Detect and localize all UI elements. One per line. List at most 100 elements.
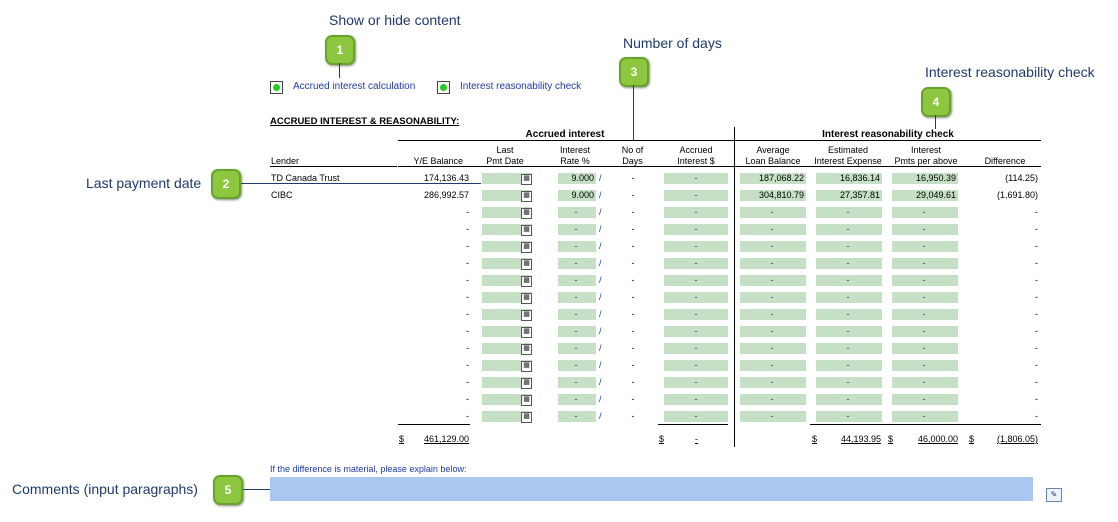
accrued-interest: - xyxy=(664,343,728,354)
interest-rate-input[interactable]: - xyxy=(558,326,596,337)
no-of-days: - xyxy=(631,360,635,370)
rate-slash: / xyxy=(599,258,602,268)
interest-rate-input[interactable]: - xyxy=(558,377,596,388)
calendar-icon[interactable]: ▦ xyxy=(521,361,532,372)
estimated-interest-expense: - xyxy=(816,275,882,286)
no-of-days: - xyxy=(631,411,635,421)
average-loan-balance: - xyxy=(740,275,806,286)
calendar-icon[interactable]: ▦ xyxy=(521,395,532,406)
header-pmts-2: Pmts per above xyxy=(894,156,958,166)
rate-slash: / xyxy=(599,394,602,404)
interest-pmts-input[interactable]: - xyxy=(892,411,958,422)
interest-pmts-input[interactable]: - xyxy=(892,224,958,235)
calendar-icon[interactable]: ▦ xyxy=(521,191,532,202)
interest-rate-input[interactable]: - xyxy=(558,207,596,218)
interest-rate-input[interactable]: 9.000 xyxy=(558,173,596,184)
calendar-icon[interactable]: ▦ xyxy=(521,276,532,287)
rate-slash: / xyxy=(599,411,602,421)
lender-name: TD Canada Trust xyxy=(271,173,340,183)
callout-5-badge: 5 xyxy=(213,475,243,505)
total-est-dollar: $ xyxy=(812,434,818,444)
calendar-icon[interactable]: ▦ xyxy=(521,327,532,338)
calendar-icon[interactable]: ▦ xyxy=(521,208,532,219)
estimated-interest-expense: - xyxy=(816,377,882,388)
accrued-toggle-label[interactable]: Accrued interest calculation xyxy=(293,81,415,92)
total-ye-balance: 461,129.00 xyxy=(423,434,469,444)
interest-pmts-input[interactable]: 29,049.61 xyxy=(892,190,958,201)
interest-pmts-input[interactable]: - xyxy=(892,258,958,269)
interest-pmts-input[interactable]: - xyxy=(892,309,958,320)
interest-pmts-input[interactable]: - xyxy=(892,275,958,286)
total-pmts-dollar: $ xyxy=(888,434,894,444)
no-of-days: - xyxy=(631,224,635,234)
difference: - xyxy=(1035,258,1038,268)
calendar-icon[interactable]: ▦ xyxy=(521,378,532,389)
interest-rate-input[interactable]: - xyxy=(558,241,596,252)
interest-pmts-input[interactable]: - xyxy=(892,241,958,252)
interest-pmts-input[interactable]: - xyxy=(892,394,958,405)
reasonability-toggle-label[interactable]: Interest reasonability check xyxy=(460,81,581,92)
header-pmts-1: Interest xyxy=(910,145,941,155)
total-accrued-dollar: $ xyxy=(659,434,665,444)
interest-pmts-input[interactable]: - xyxy=(892,326,958,337)
header-rule xyxy=(398,140,1041,141)
interest-rate-input[interactable]: 9.000 xyxy=(558,190,596,201)
calendar-icon[interactable]: ▦ xyxy=(521,344,532,355)
rate-slash: / xyxy=(599,224,602,234)
difference: - xyxy=(1035,207,1038,217)
no-of-days: - xyxy=(631,258,635,268)
calendar-icon[interactable]: ▦ xyxy=(521,242,532,253)
calendar-icon[interactable]: ▦ xyxy=(521,310,532,321)
accrued-interest: - xyxy=(664,394,728,405)
interest-pmts-input[interactable]: - xyxy=(892,207,958,218)
interest-pmts-input[interactable]: - xyxy=(892,377,958,388)
section-title: ACCRUED INTEREST & REASONABILITY: xyxy=(270,116,460,127)
calendar-icon[interactable]: ▦ xyxy=(521,225,532,236)
ye-balance: - xyxy=(466,326,469,336)
accrued-group-header: Accrued interest xyxy=(525,129,605,140)
ye-total-rule xyxy=(398,424,470,425)
interest-pmts-input[interactable]: - xyxy=(892,292,958,303)
accrued-interest: - xyxy=(664,173,728,184)
interest-rate-input[interactable]: - xyxy=(558,394,596,405)
reasonability-toggle-checkbox[interactable] xyxy=(437,81,450,94)
interest-rate-input[interactable]: - xyxy=(558,411,596,422)
ye-balance: - xyxy=(466,241,469,251)
rate-slash: / xyxy=(599,309,602,319)
accrued-interest: - xyxy=(664,241,728,252)
interest-rate-input[interactable]: - xyxy=(558,224,596,235)
interest-rate-input[interactable]: - xyxy=(558,258,596,269)
accrued-interest: - xyxy=(664,360,728,371)
interest-pmts-input[interactable]: - xyxy=(892,343,958,354)
interest-rate-input[interactable]: - xyxy=(558,275,596,286)
interest-rate-input[interactable]: - xyxy=(558,292,596,303)
ye-balance: - xyxy=(466,207,469,217)
header-days-1: No of xyxy=(621,145,644,155)
accrued-interest: - xyxy=(664,292,728,303)
comments-input[interactable] xyxy=(270,477,1033,501)
estimated-interest-expense: - xyxy=(816,411,882,422)
difference: - xyxy=(1035,241,1038,251)
calendar-icon[interactable]: ▦ xyxy=(521,412,532,423)
edit-paragraph-icon[interactable]: ✎ xyxy=(1046,488,1062,502)
interest-rate-input[interactable]: - xyxy=(558,343,596,354)
average-loan-balance: - xyxy=(740,411,806,422)
interest-rate-input[interactable]: - xyxy=(558,360,596,371)
accrued-toggle-checkbox[interactable] xyxy=(270,81,283,94)
difference: - xyxy=(1035,292,1038,302)
estimated-interest-expense: - xyxy=(816,258,882,269)
no-of-days: - xyxy=(631,343,635,353)
calendar-icon[interactable]: ▦ xyxy=(521,259,532,270)
interest-pmts-input[interactable]: - xyxy=(892,360,958,371)
total-ye-dollar: $ xyxy=(399,434,405,444)
calendar-icon[interactable]: ▦ xyxy=(521,293,532,304)
accrued-interest: - xyxy=(664,275,728,286)
average-loan-balance: - xyxy=(740,207,806,218)
accrued-interest: - xyxy=(664,326,728,337)
average-loan-balance: - xyxy=(740,241,806,252)
interest-rate-input[interactable]: - xyxy=(558,309,596,320)
header-accrued-2: Interest $ xyxy=(677,156,715,166)
interest-pmts-input[interactable]: 16,950.39 xyxy=(892,173,958,184)
total-accrued: - xyxy=(695,434,698,444)
calendar-icon[interactable]: ▦ xyxy=(521,174,532,185)
